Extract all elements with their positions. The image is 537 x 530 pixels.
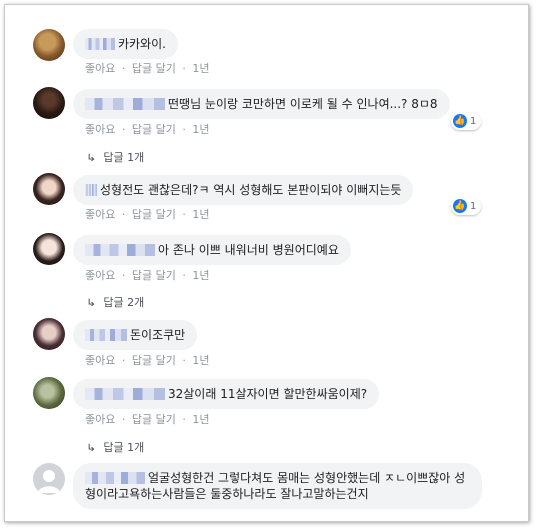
separator: ·: [182, 208, 186, 221]
comments-panel: 카카와이. 좋아요 · 답글 달기 · 1년 떤땡님 눈이랑 코만하면 이로케 …: [4, 4, 529, 522]
comment-bubble: 떤땡님 눈이랑 코만하면 이로케 될 수 인나여...? 8ㅁ8: [73, 89, 450, 119]
like-link[interactable]: 좋아요: [85, 269, 115, 282]
separator: ·: [182, 413, 186, 426]
avatar[interactable]: [33, 233, 65, 265]
comment-actions: 좋아요 · 답글 달기 · 1년: [85, 60, 212, 76]
comment-bubble: 32살이래 11살자이면 할만한싸움이제?: [73, 379, 380, 409]
author-name[interactable]: [85, 472, 145, 484]
comment-actions: 좋아요 · 답글 달기 · 1년: [85, 267, 212, 283]
author-name[interactable]: [85, 244, 155, 256]
author-name[interactable]: [85, 38, 115, 50]
replies-count: 답글 1개: [103, 151, 145, 164]
reply-arrow-icon: ↳: [86, 443, 97, 454]
author-name[interactable]: [85, 388, 165, 400]
timestamp[interactable]: 1년: [192, 208, 209, 221]
reply-link[interactable]: 답글 달기: [132, 269, 176, 282]
separator: ·: [182, 354, 186, 367]
comment-actions: 좋아요 · 답글 달기 · 1년: [85, 121, 212, 137]
separator: ·: [182, 269, 186, 282]
comment-actions: 좋아요 · 답글 달기 · 1년: [85, 411, 212, 427]
author-name[interactable]: [85, 184, 97, 196]
like-link[interactable]: 좋아요: [85, 62, 115, 75]
reaction-count[interactable]: 👍 1: [451, 198, 482, 215]
separator: ·: [121, 62, 126, 75]
reaction-number: 1: [470, 116, 477, 127]
like-link[interactable]: 좋아요: [85, 413, 115, 426]
like-link[interactable]: 좋아요: [85, 123, 115, 136]
thumbs-up-icon: 👍: [453, 199, 467, 213]
view-replies-link[interactable]: ↳ 답글 1개: [86, 439, 145, 455]
separator: ·: [182, 62, 186, 75]
reply-link[interactable]: 답글 달기: [132, 208, 176, 221]
comment-text: 카카와이.: [118, 37, 166, 51]
comment-bubble: 성형전도 괜찮은데?ㅋ 역시 성형해도 본판이되야 이뻐지는듯: [73, 175, 414, 205]
view-replies-link[interactable]: ↳ 답글 2개: [86, 294, 145, 310]
comment-text: 아 존나 이쁘 내워너비 병원어디예요: [158, 243, 339, 257]
reply-arrow-icon: ↳: [86, 153, 97, 164]
author-name[interactable]: [85, 98, 165, 110]
reply-link[interactable]: 답글 달기: [132, 123, 176, 136]
reply-link[interactable]: 답글 달기: [132, 413, 176, 426]
comment-actions: 좋아요 · 답글 달기 · 1년: [85, 206, 212, 222]
avatar[interactable]: [33, 318, 65, 350]
reply-arrow-icon: ↳: [86, 298, 97, 309]
comment-bubble: 돈이조쿠만: [73, 320, 198, 350]
replies-count: 답글 2개: [103, 296, 145, 309]
avatar[interactable]: [33, 463, 65, 495]
thumbs-up-icon: 👍: [453, 114, 467, 128]
comment-text: 떤땡님 눈이랑 코만하면 이로케 될 수 인나여...? 8ㅁ8: [168, 97, 438, 111]
avatar[interactable]: [33, 377, 65, 409]
avatar[interactable]: [33, 87, 65, 119]
comment-bubble: 카카와이.: [73, 29, 178, 59]
separator: ·: [121, 269, 126, 282]
view-replies-link[interactable]: ↳ 답글 1개: [86, 149, 145, 165]
reply-link[interactable]: 답글 달기: [132, 354, 176, 367]
separator: ·: [121, 413, 126, 426]
comment-text: 성형전도 괜찮은데?ㅋ 역시 성형해도 본판이되야 이뻐지는듯: [100, 183, 402, 197]
replies-count: 답글 1개: [103, 441, 145, 454]
avatar[interactable]: [33, 29, 65, 61]
separator: ·: [121, 354, 126, 367]
timestamp[interactable]: 1년: [192, 413, 209, 426]
avatar[interactable]: [33, 173, 65, 205]
timestamp[interactable]: 1년: [192, 354, 209, 367]
reply-link[interactable]: 답글 달기: [132, 62, 176, 75]
comment-bubble: 아 존나 이쁘 내워너비 병원어디예요: [73, 235, 351, 265]
separator: ·: [121, 123, 126, 136]
comment-bubble: 얼굴성형한건 그렇다쳐도 몸매는 성형안했는데 ㅈㄴ이쁘잖아 성형이라고욕하는사…: [73, 463, 482, 509]
comment-text: 32살이래 11살자이면 할만한싸움이제?: [168, 387, 368, 401]
timestamp[interactable]: 1년: [192, 269, 209, 282]
like-link[interactable]: 좋아요: [85, 208, 115, 221]
reaction-count[interactable]: 👍 1: [451, 113, 482, 130]
default-avatar-icon: [38, 470, 60, 493]
like-link[interactable]: 좋아요: [85, 354, 115, 367]
timestamp[interactable]: 1년: [192, 62, 209, 75]
separator: ·: [121, 208, 126, 221]
comment-text: 돈이조쿠만: [130, 328, 186, 342]
comment-actions: 좋아요 · 답글 달기 · 1년: [85, 352, 212, 368]
timestamp[interactable]: 1년: [192, 123, 209, 136]
author-name[interactable]: [85, 329, 127, 341]
separator: ·: [182, 123, 186, 136]
reaction-number: 1: [470, 201, 477, 212]
